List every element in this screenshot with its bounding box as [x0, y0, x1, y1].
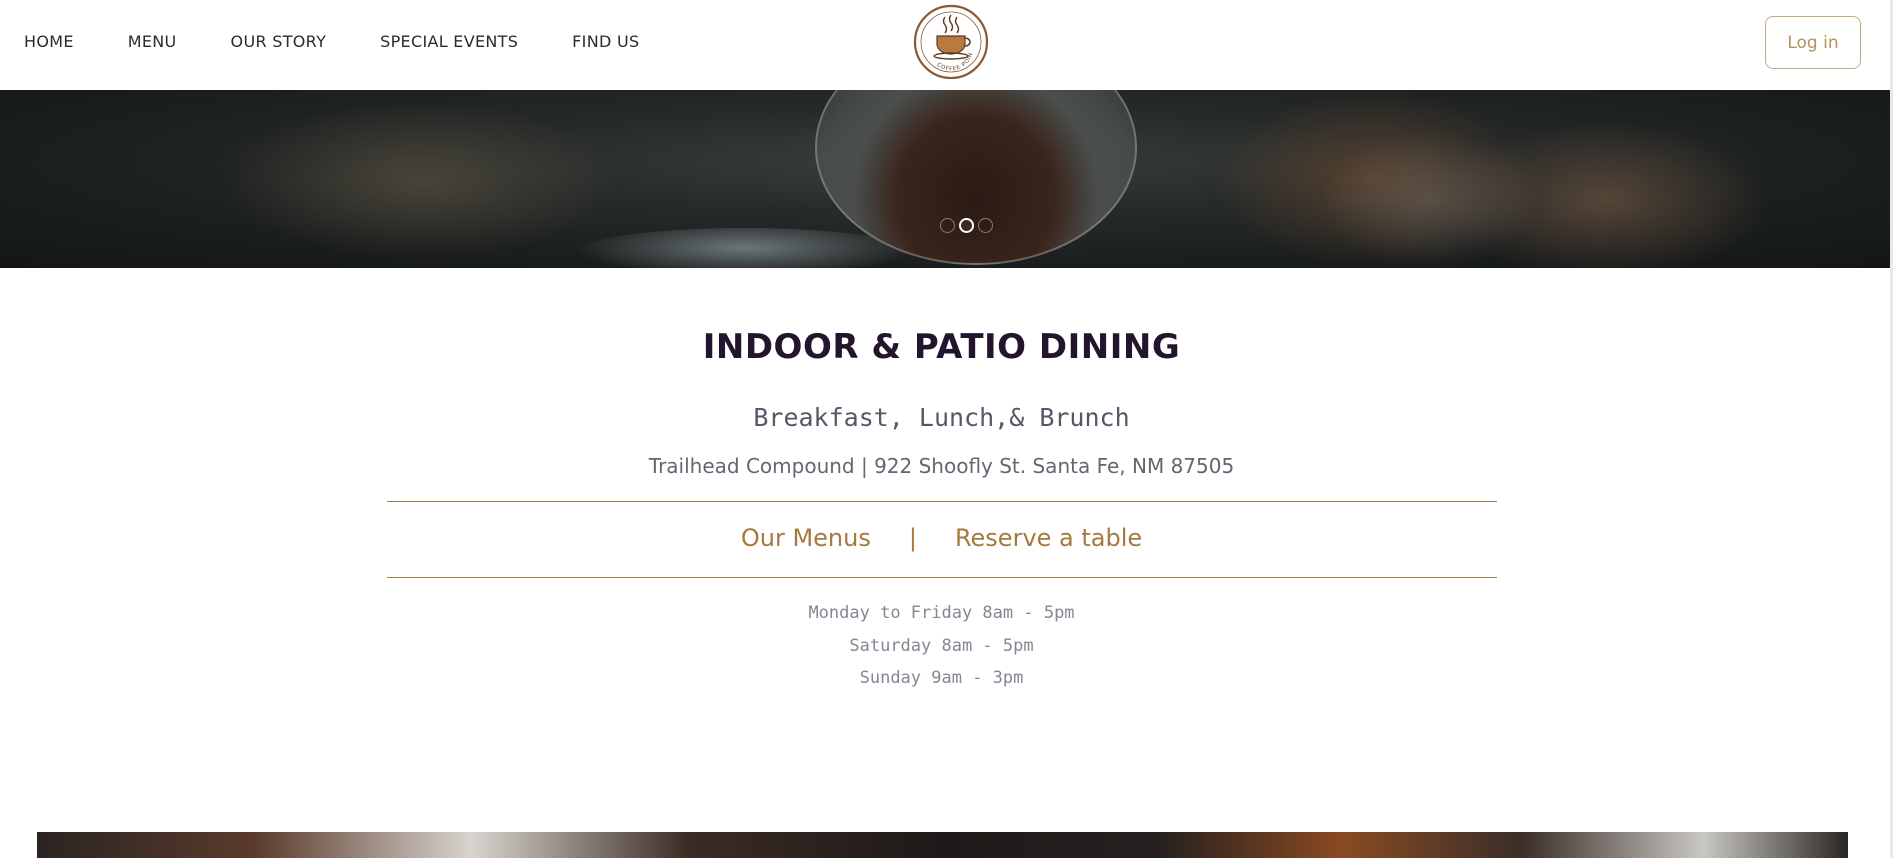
address: Trailhead Compound | 922 Shoofly St. San… — [648, 454, 1235, 478]
hours-weekdays: Monday to Friday 8am - 5pm — [808, 603, 1075, 623]
hours-saturday: Saturday 8am - 5pm — [849, 636, 1034, 656]
our-menus-link[interactable]: Our Menus — [741, 524, 871, 552]
reserve-table-link[interactable]: Reserve a table — [955, 524, 1142, 552]
coffee-point-logo[interactable]: COFFEE POINT — [909, 0, 990, 81]
hero-image-detail — [220, 100, 620, 260]
slideshow-dots — [940, 218, 993, 233]
nav-menu[interactable]: MENU — [128, 32, 177, 51]
site-header: HOME MENU OUR STORY SPECIAL EVENTS FIND … — [0, 0, 1893, 90]
link-separator: | — [908, 524, 917, 552]
hero-image-detail — [575, 228, 915, 268]
slide-dot-1[interactable] — [940, 218, 955, 233]
slide-dot-3[interactable] — [978, 218, 993, 233]
login-button[interactable]: Log in — [1765, 16, 1861, 69]
nav-home[interactable]: HOME — [24, 32, 74, 51]
action-links: Our Menus | Reserve a table — [0, 524, 1883, 552]
hero-slideshow[interactable] — [0, 90, 1893, 268]
nav-special-events[interactable]: SPECIAL EVENTS — [380, 32, 518, 51]
meal-subtitle: Breakfast, Lunch,& Brunch — [753, 403, 1130, 432]
nav-our-story[interactable]: OUR STORY — [231, 32, 327, 51]
hero-image-detail — [1320, 130, 1540, 268]
divider-top — [387, 501, 1497, 502]
coffee-cup-logo-icon: COFFEE POINT — [909, 0, 989, 80]
main-nav: HOME MENU OUR STORY SPECIAL EVENTS FIND … — [24, 32, 639, 51]
hours-sunday: Sunday 9am - 3pm — [859, 668, 1024, 688]
page-title: INDOOR & PATIO DINING — [702, 327, 1181, 367]
divider-bottom — [387, 577, 1497, 578]
food-gallery-image — [37, 832, 1848, 858]
slide-dot-2[interactable] — [959, 218, 974, 233]
nav-find-us[interactable]: FIND US — [572, 32, 639, 51]
